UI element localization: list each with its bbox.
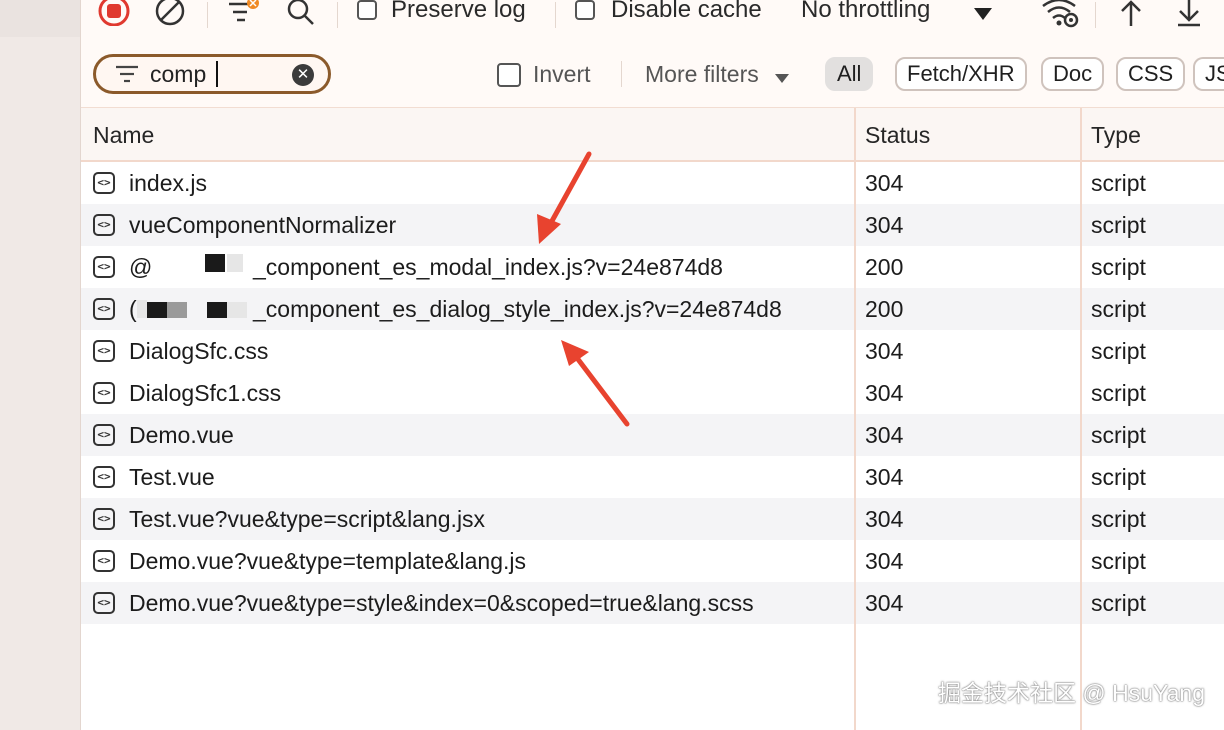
left-gutter xyxy=(0,0,80,730)
annotation-arrowhead xyxy=(561,340,589,366)
watermark: 掘金技术社区 @ HsuYang xyxy=(937,680,1205,706)
annotation-arrows xyxy=(537,151,630,427)
annotation-arrowhead xyxy=(537,214,561,244)
network-panel: Preserve log Disable cache No throttling xyxy=(80,0,1224,730)
left-gutter-top xyxy=(0,0,80,37)
annotation-arrow-up xyxy=(568,347,630,427)
annotation-arrow-down xyxy=(544,151,592,233)
